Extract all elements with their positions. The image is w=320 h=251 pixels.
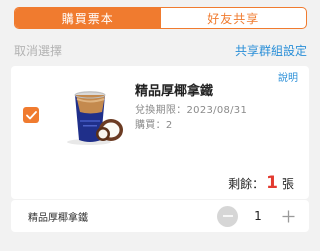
product-name: 精品厚椰拿鐵 bbox=[135, 84, 214, 99]
tab-purchase-tickets[interactable]: 購買票本 bbox=[15, 8, 161, 28]
selected-product-name: 精品厚椰拿鐵 bbox=[28, 213, 88, 224]
remaining-number: 1 bbox=[266, 173, 278, 193]
purchase-count: 購買：2 bbox=[135, 120, 173, 131]
subheader: 取消選擇 共享群組設定 bbox=[14, 42, 307, 58]
explain-link[interactable]: 說明 bbox=[278, 69, 298, 84]
checkmark-icon bbox=[25, 110, 37, 119]
quantity-stepper: 1 bbox=[217, 205, 299, 227]
deselect-button[interactable]: 取消選擇 bbox=[14, 42, 62, 59]
remaining-label: 剩餘： bbox=[228, 177, 265, 191]
minus-icon bbox=[222, 215, 233, 217]
share-group-settings-link[interactable]: 共享群組設定 bbox=[235, 42, 307, 59]
tab-friend-share[interactable]: 好友共享 bbox=[161, 8, 307, 28]
ticket-checkbox[interactable] bbox=[23, 107, 39, 123]
remaining-unit: 張 bbox=[281, 177, 294, 191]
quantity-bar: 精品厚椰拿鐵 1 bbox=[11, 200, 309, 232]
ticket-card: 說明 精品厚椰拿鐵 兌換期限：2023/08/31 購買：2 剩餘： 1 張 bbox=[11, 66, 309, 199]
coconut-latte-cup-image bbox=[67, 91, 123, 145]
expiry-date: 兌換期限：2023/08/31 bbox=[135, 105, 248, 116]
tab-bar: 購買票本 好友共享 bbox=[14, 7, 307, 29]
plus-icon bbox=[282, 210, 295, 222]
increase-button[interactable] bbox=[278, 206, 299, 227]
decrease-button[interactable] bbox=[217, 205, 238, 227]
quantity-value: 1 bbox=[254, 209, 262, 223]
remaining-count: 剩餘： 1 張 bbox=[228, 173, 294, 193]
